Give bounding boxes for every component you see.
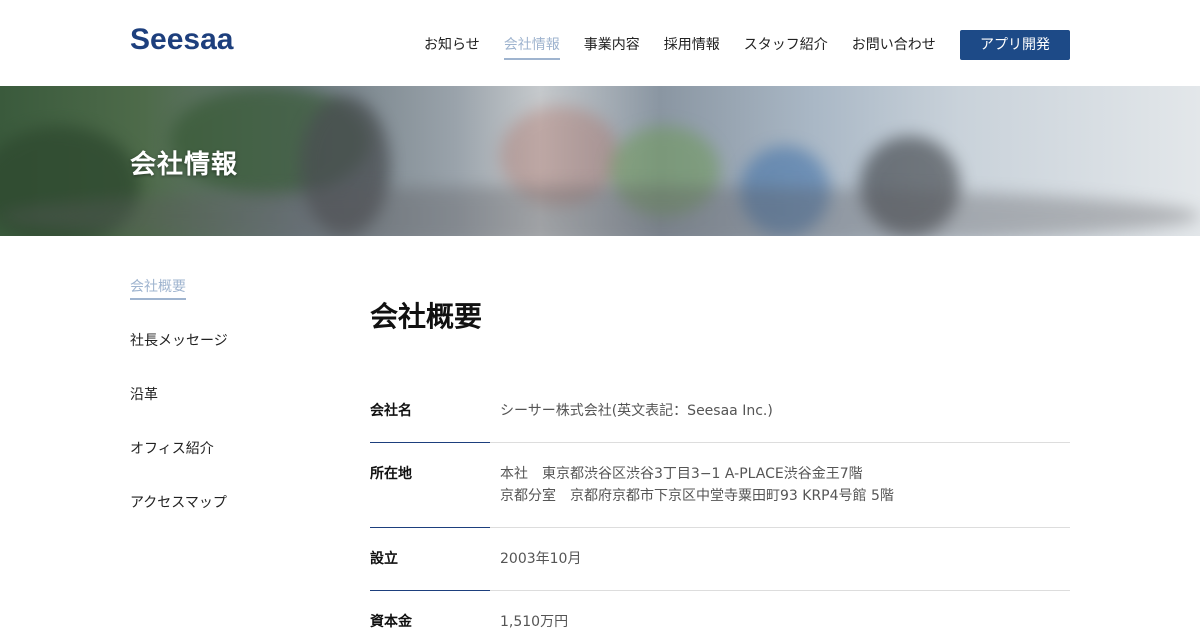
value-line: シーサー株式会社(英文表記：Seesaa Inc.) — [500, 400, 1070, 422]
value-line: 京都分室 京都府京都市下京区中堂寺粟田町93 KRP4号館 5階 — [500, 485, 1070, 507]
global-nav: お知らせ 会社情報 事業内容 採用情報 スタッフ紹介 お問い合わせ — [424, 30, 960, 60]
sidebar-item-overview[interactable]: 会社概要 — [130, 276, 330, 330]
row-key: 設立 — [370, 528, 490, 591]
nav-company[interactable]: 会社情報 — [504, 30, 560, 60]
row-value: 2003年10月 — [490, 528, 1070, 591]
value-line: 1,510万円 — [500, 611, 1070, 630]
table-row: 資本金 1,510万円 — [370, 591, 1070, 630]
row-value: 本社 東京都渋谷区渋谷3丁目3−1 A-PLACE渋谷金王7階 京都分室 京都府… — [490, 443, 1070, 528]
value-line: 本社 東京都渋谷区渋谷3丁目3−1 A-PLACE渋谷金王7階 — [500, 463, 1070, 485]
table-row: 所在地 本社 東京都渋谷区渋谷3丁目3−1 A-PLACE渋谷金王7階 京都分室… — [370, 443, 1070, 528]
hero-photo-blur — [0, 186, 1200, 236]
row-value: 1,510万円 — [490, 591, 1070, 630]
sidebar-item-office[interactable]: オフィス紹介 — [130, 438, 330, 492]
nav-news[interactable]: お知らせ — [424, 30, 480, 60]
sidebar-item-access[interactable]: アクセスマップ — [130, 492, 330, 546]
row-key: 会社名 — [370, 390, 490, 443]
table-row: 会社名 シーサー株式会社(英文表記：Seesaa Inc.) — [370, 390, 1070, 443]
table-row: 設立 2003年10月 — [370, 528, 1070, 591]
nav-recruit[interactable]: 採用情報 — [664, 30, 720, 60]
nav-staff[interactable]: スタッフ紹介 — [744, 30, 828, 60]
company-info-table: 会社名 シーサー株式会社(英文表記：Seesaa Inc.) 所在地 本社 東京… — [370, 390, 1070, 630]
row-value: シーサー株式会社(英文表記：Seesaa Inc.) — [490, 390, 1070, 443]
nav-contact[interactable]: お問い合わせ — [852, 30, 936, 60]
sidebar-item-label: 社長メッセージ — [130, 330, 228, 352]
sidebar-item-label: 会社概要 — [130, 276, 186, 300]
sidebar-nav: 会社概要 社長メッセージ 沿革 オフィス紹介 アクセスマップ — [130, 276, 330, 546]
value-line: 2003年10月 — [500, 548, 1070, 570]
logo-text: Seesaa — [130, 25, 233, 55]
sidebar-item-message[interactable]: 社長メッセージ — [130, 330, 330, 384]
sidebar-item-history[interactable]: 沿革 — [130, 384, 330, 438]
sidebar-item-label: 沿革 — [130, 384, 158, 406]
main-content: 会社概要 会社名 シーサー株式会社(英文表記：Seesaa Inc.) 所在地 … — [370, 296, 1070, 338]
nav-business[interactable]: 事業内容 — [584, 30, 640, 60]
row-key: 資本金 — [370, 591, 490, 630]
hero-title: 会社情報 — [130, 144, 238, 181]
row-key: 所在地 — [370, 443, 490, 528]
sidebar-item-label: オフィス紹介 — [130, 438, 214, 460]
app-development-button[interactable]: アプリ開発 — [960, 30, 1070, 60]
sidebar-item-label: アクセスマップ — [130, 492, 227, 514]
section-title: 会社概要 — [370, 296, 1070, 338]
site-header: Seesaa お知らせ 会社情報 事業内容 採用情報 スタッフ紹介 お問い合わせ… — [0, 0, 1200, 86]
hero-banner: 会社情報 — [0, 86, 1200, 236]
